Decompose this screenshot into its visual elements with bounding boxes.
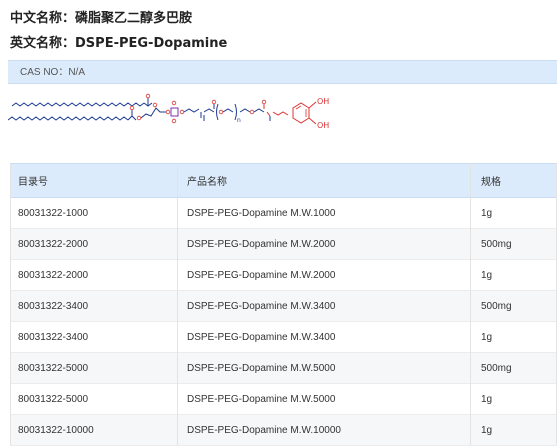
cell-spec: 500mg [473, 352, 557, 384]
chemical-structure-image: n OH OH [8, 93, 329, 130]
table-row: 80031322-10000 DSPE-PEG-Dopamine M.W.100… [10, 414, 557, 446]
fatty-chain-bottom [8, 116, 129, 121]
cell-product-name: DSPE-PEG-Dopamine M.W.3400 [179, 321, 473, 353]
column-header-catalog: 目录号 [10, 163, 179, 198]
table-header-row: 目录号 产品名称 规格 [10, 163, 557, 198]
cell-spec: 500mg [473, 290, 557, 322]
ester-bottom [127, 110, 137, 121]
cell-catalog: 80031322-2000 [10, 228, 179, 260]
table-row: 80031322-3400 DSPE-PEG-Dopamine M.W.3400… [10, 321, 557, 353]
cell-spec: 500mg [473, 228, 557, 260]
cell-spec: 1g [473, 414, 557, 446]
chinese-name-row: 中文名称：磷脂聚乙二醇多巴胺 [10, 7, 192, 26]
cell-spec: 1g [473, 321, 557, 353]
cas-number-text: CAS NO：N/A [20, 67, 86, 78]
hydroxyl-top-label: OH [317, 97, 329, 106]
cell-catalog: 80031322-3400 [10, 290, 179, 322]
column-divider [177, 163, 178, 445]
cell-product-name: DSPE-PEG-Dopamine M.W.5000 [179, 383, 473, 415]
table-row: 80031322-2000 DSPE-PEG-Dopamine M.W.2000… [10, 228, 557, 260]
cell-product-name: DSPE-PEG-Dopamine M.W.3400 [179, 290, 473, 322]
english-name-label: 英文名称： [10, 36, 76, 51]
column-divider [470, 163, 471, 445]
table-row: 80031322-3400 DSPE-PEG-Dopamine M.W.3400… [10, 290, 557, 322]
cell-product-name: DSPE-PEG-Dopamine M.W.5000 [179, 352, 473, 384]
product-table: 目录号 产品名称 规格 80031322-1000 DSPE-PEG-Dopam… [10, 163, 557, 446]
ester-top [143, 98, 153, 107]
table-row: 80031322-1000 DSPE-PEG-Dopamine M.W.1000… [10, 197, 557, 229]
table-row: 80031322-5000 DSPE-PEG-Dopamine M.W.5000… [10, 352, 557, 384]
english-name-row: 英文名称：DSPE-PEG-Dopamine [10, 32, 227, 51]
cell-catalog: 80031322-1000 [10, 197, 179, 229]
phosphate-group [170, 107, 179, 117]
cell-catalog: 80031322-3400 [10, 321, 179, 353]
cell-product-name: DSPE-PEG-Dopamine M.W.2000 [179, 259, 473, 291]
peg-bracket-open [216, 103, 219, 121]
glycerol-backbone [140, 107, 166, 119]
table-row: 80031322-5000 DSPE-PEG-Dopamine M.W.5000… [10, 383, 557, 415]
chinese-name-label: 中文名称： [10, 11, 76, 26]
cell-product-name: DSPE-PEG-Dopamine M.W.10000 [179, 414, 473, 446]
table-left-border [10, 163, 11, 445]
column-header-spec: 规格 [473, 163, 557, 198]
column-header-product-name: 产品名称 [179, 163, 473, 198]
hydroxyl-bottom-label: OH [317, 121, 329, 130]
cell-spec: 1g [473, 259, 557, 291]
cell-spec: 1g [473, 383, 557, 415]
table-row: 80031322-2000 DSPE-PEG-Dopamine M.W.2000… [10, 259, 557, 291]
cell-spec: 1g [473, 197, 557, 229]
cell-product-name: DSPE-PEG-Dopamine M.W.1000 [179, 197, 473, 229]
cell-catalog: 80031322-5000 [10, 383, 179, 415]
peg-repeat-subscript: n [237, 117, 241, 124]
cas-number-bar: CAS NO：N/A [8, 60, 557, 84]
cell-catalog: 80031322-5000 [10, 352, 179, 384]
dopamine-linker [272, 111, 289, 116]
cell-catalog: 80031322-2000 [10, 259, 179, 291]
cell-catalog: 80031322-10000 [10, 414, 179, 446]
cell-product-name: DSPE-PEG-Dopamine M.W.2000 [179, 228, 473, 260]
chinese-name-value: 磷脂聚乙二醇多巴胺 [75, 11, 193, 26]
english-name-value: DSPE-PEG-Dopamine [75, 36, 228, 51]
fatty-chain-top [11, 102, 145, 107]
